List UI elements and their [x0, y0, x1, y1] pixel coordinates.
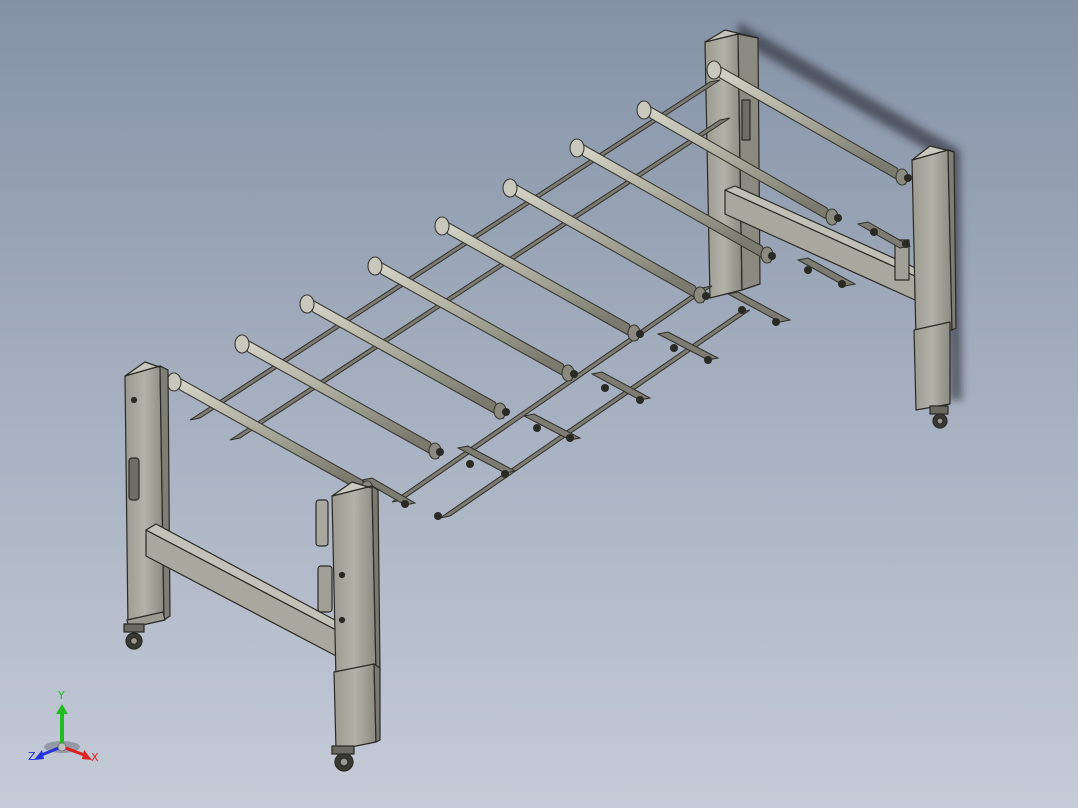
roller-9: [166, 372, 374, 498]
triad-y-label: Y: [58, 689, 65, 702]
triad-axes-icon: [34, 704, 92, 760]
coordinate-triad[interactable]: Y X Z: [22, 690, 112, 780]
conveyor-model[interactable]: [0, 0, 1078, 808]
roller-8: [234, 334, 442, 460]
triad-z-label: Z: [28, 750, 36, 763]
roller-7: [299, 294, 507, 420]
triad-x-label: X: [91, 751, 99, 764]
cad-viewport[interactable]: Y X Z: [0, 0, 1078, 808]
triad-y-axis: [60, 712, 64, 747]
roller-5: [434, 216, 641, 342]
